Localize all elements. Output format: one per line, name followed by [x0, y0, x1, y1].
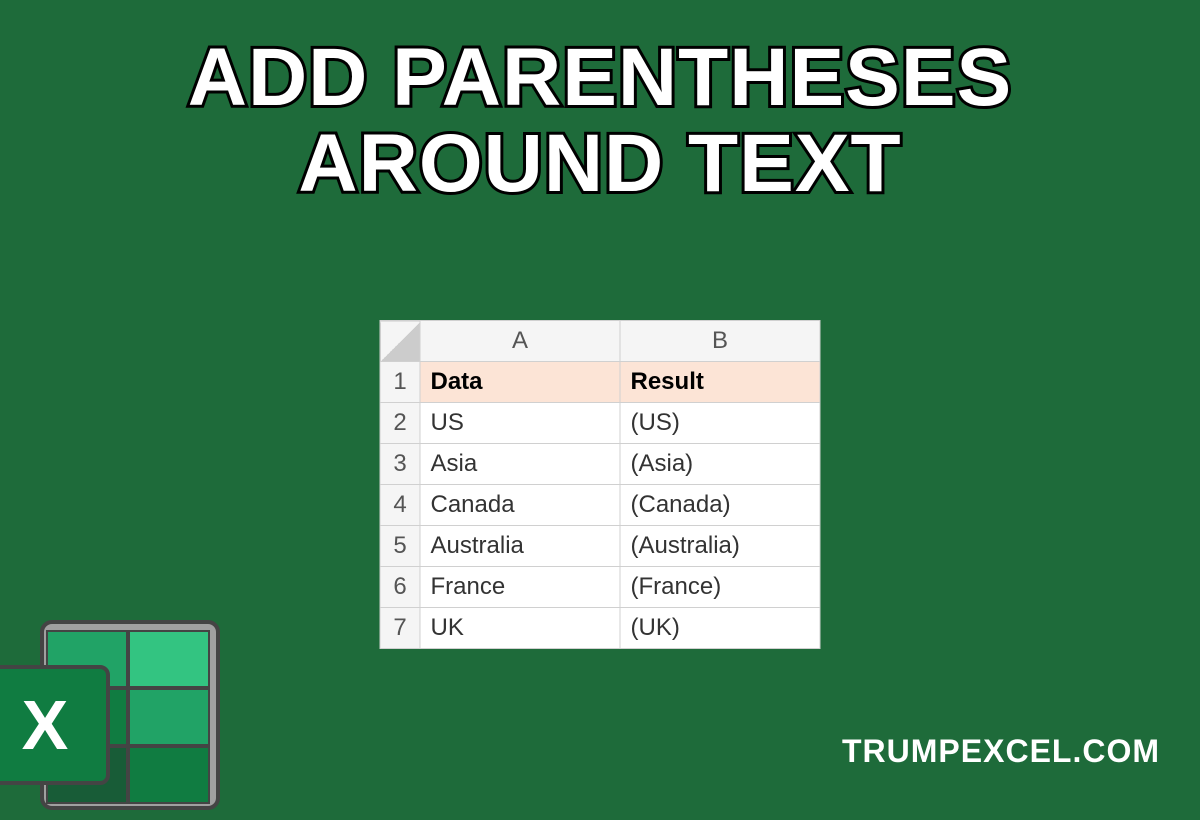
- cell-data: US: [420, 403, 620, 444]
- title-line-1: ADD PARENTHESES: [0, 35, 1200, 121]
- table-row: 7 UK (UK): [380, 608, 820, 649]
- cell-data: Asia: [420, 444, 620, 485]
- row-header: 7: [380, 608, 420, 649]
- excel-table: A B 1 Data Result 2 US (US) 3 Asia (Asia…: [380, 320, 821, 649]
- column-header-b: B: [620, 321, 820, 362]
- cell-result: (Asia): [620, 444, 820, 485]
- cell-data: France: [420, 567, 620, 608]
- cell-data: Australia: [420, 526, 620, 567]
- cell-result: (UK): [620, 608, 820, 649]
- header-result: Result: [620, 362, 820, 403]
- excel-x-letter: X: [22, 685, 69, 765]
- row-header: 2: [380, 403, 420, 444]
- cell-data: UK: [420, 608, 620, 649]
- table-row: 2 US (US): [380, 403, 820, 444]
- row-header: 3: [380, 444, 420, 485]
- row-header: 6: [380, 567, 420, 608]
- row-header: 1: [380, 362, 420, 403]
- cell-result: (Canada): [620, 485, 820, 526]
- cell-result: (Australia): [620, 526, 820, 567]
- title-line-2: AROUND TEXT: [0, 121, 1200, 207]
- cell-result: (US): [620, 403, 820, 444]
- table-row: 3 Asia (Asia): [380, 444, 820, 485]
- row-header: 5: [380, 526, 420, 567]
- cell-result: (France): [620, 567, 820, 608]
- select-all-corner: [380, 321, 420, 362]
- table-row: 6 France (France): [380, 567, 820, 608]
- excel-logo-icon: X: [0, 620, 220, 820]
- header-data: Data: [420, 362, 620, 403]
- table-row: 5 Australia (Australia): [380, 526, 820, 567]
- page-title: ADD PARENTHESES AROUND TEXT: [0, 0, 1200, 207]
- table-header-row: 1 Data Result: [380, 362, 820, 403]
- table-row: 4 Canada (Canada): [380, 485, 820, 526]
- watermark-text: TRUMPEXCEL.COM: [842, 733, 1160, 770]
- row-header: 4: [380, 485, 420, 526]
- cell-data: Canada: [420, 485, 620, 526]
- column-header-a: A: [420, 321, 620, 362]
